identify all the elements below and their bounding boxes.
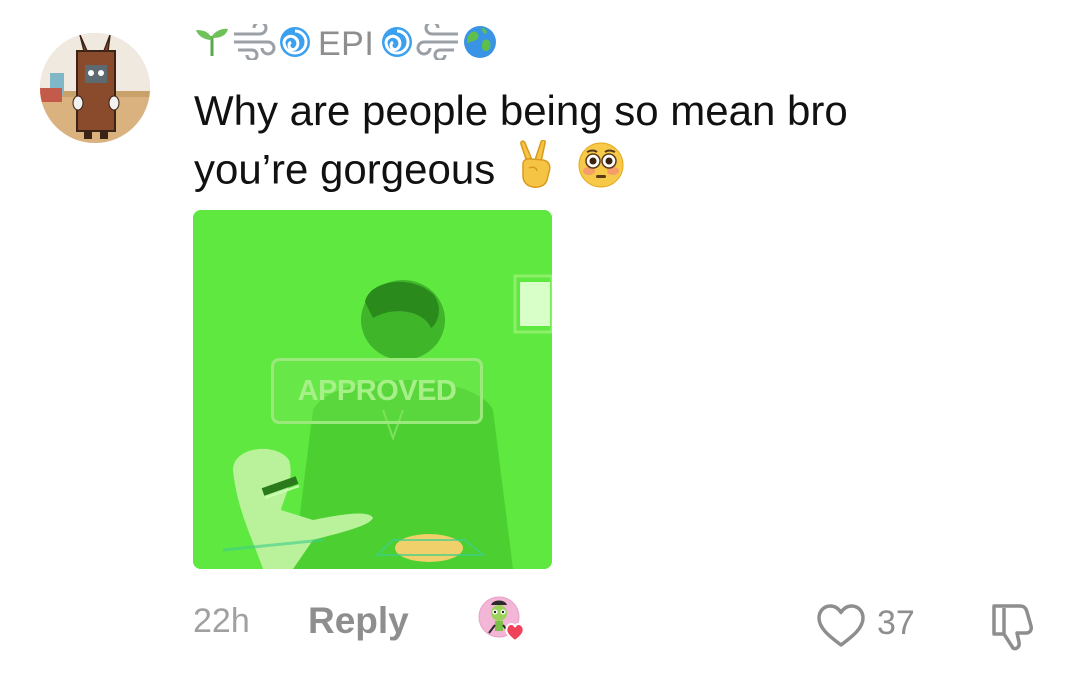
- victory-hand-icon: [515, 139, 557, 205]
- flushed-face-icon: [577, 141, 625, 204]
- comment-text-line-1: Why are people being so mean bro: [194, 87, 848, 134]
- comment-timestamp: 22h: [193, 602, 250, 640]
- globe-icon: [462, 24, 498, 65]
- comment-attached-image[interactable]: APPROVED: [193, 210, 552, 569]
- thumbs-down-icon: [992, 604, 1033, 651]
- username[interactable]: EPI: [318, 25, 374, 64]
- comment-text-line-2: you’re gorgeous: [194, 139, 994, 205]
- dislike-button[interactable]: [988, 600, 1038, 652]
- wind-icon: [232, 20, 276, 65]
- heart-outline-icon: [817, 604, 865, 647]
- cyclone-icon: [380, 25, 414, 64]
- wind-icon: [416, 20, 460, 65]
- heart-icon: [505, 623, 525, 643]
- creator-liked-badge: [477, 595, 527, 645]
- comment-footer: 22h Reply 37: [0, 590, 1080, 660]
- comment-text: Why are people being so mean bro you’re …: [194, 82, 994, 205]
- sprout-icon: [194, 26, 230, 63]
- like-count: 37: [877, 604, 915, 642]
- cyclone-icon: [278, 25, 312, 64]
- reply-button[interactable]: Reply: [308, 600, 409, 642]
- like-button[interactable]: [815, 603, 867, 649]
- username-row[interactable]: EPI: [194, 20, 498, 66]
- comment-text-line-2-text: you’re gorgeous: [194, 145, 496, 193]
- commenter-avatar[interactable]: [40, 33, 150, 143]
- approved-stamp: APPROVED: [271, 358, 483, 424]
